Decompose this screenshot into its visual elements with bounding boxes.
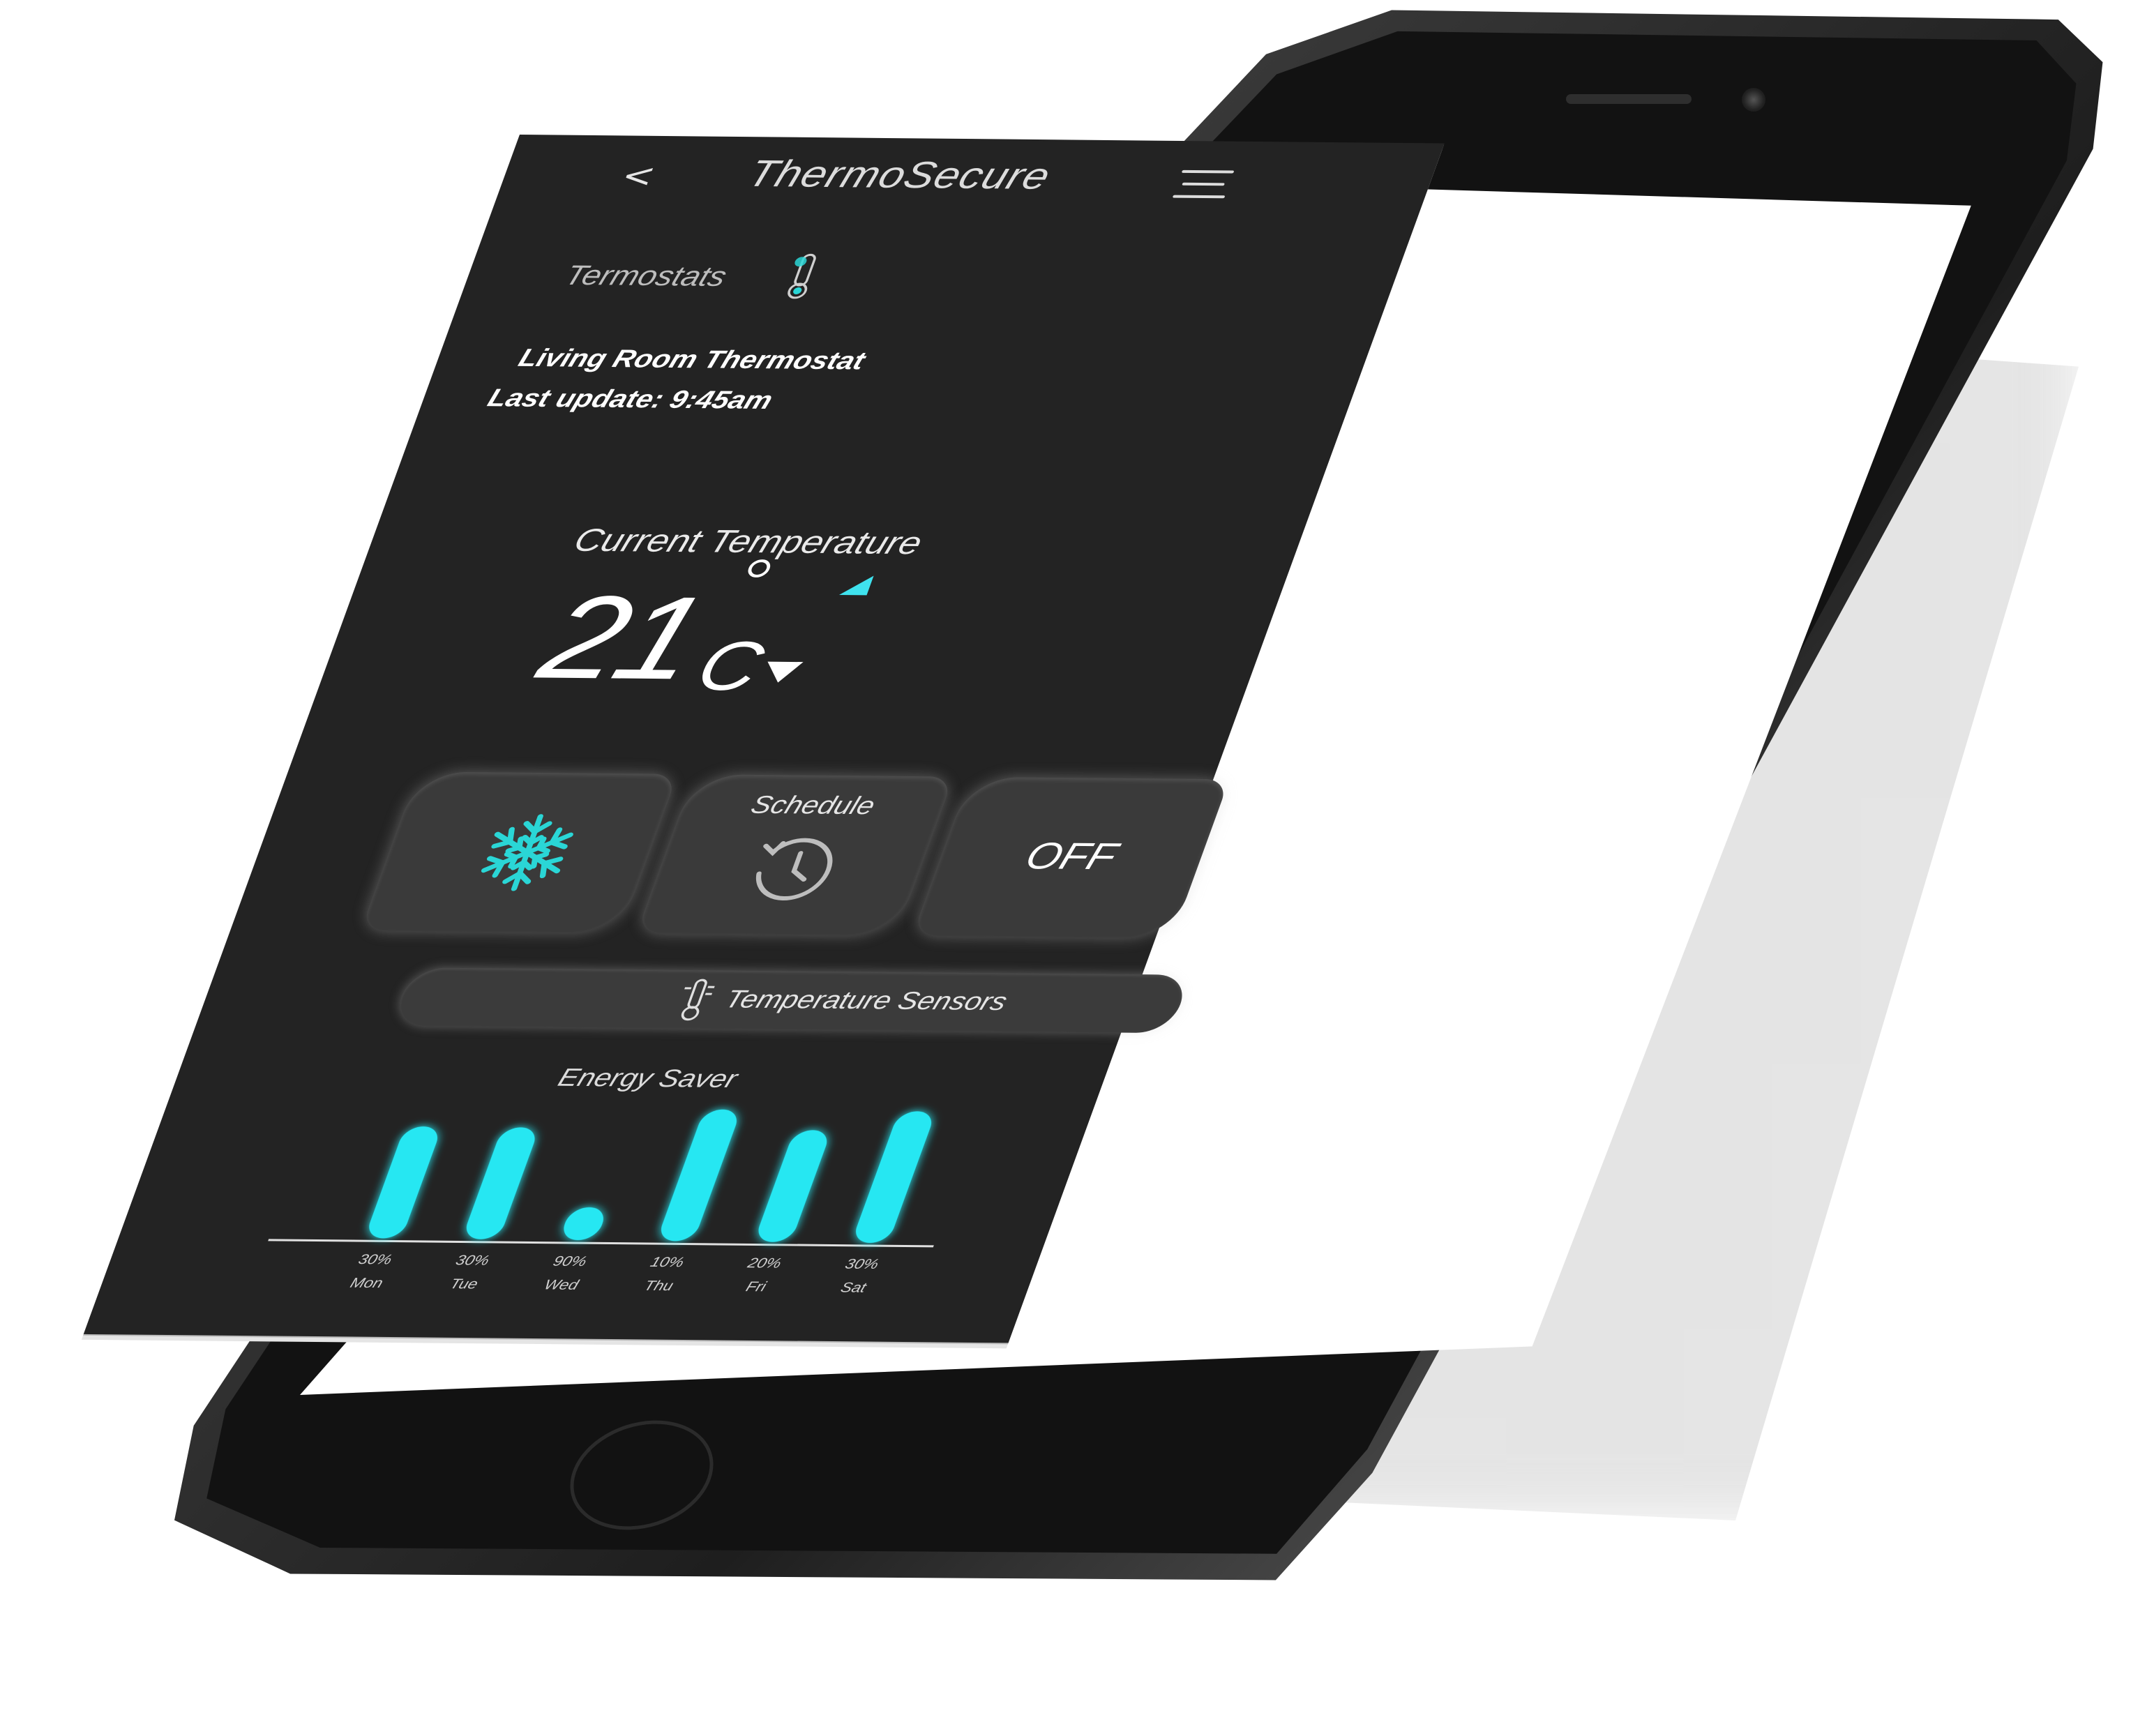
snowflake-icon xyxy=(463,814,591,894)
back-icon[interactable]: < xyxy=(616,156,661,194)
hamburger-menu-icon[interactable] xyxy=(1171,169,1235,201)
off-label: OFF xyxy=(1020,835,1123,878)
bar-day-label: Fri xyxy=(744,1279,769,1295)
bar-value-label: 20% xyxy=(745,1255,784,1271)
front-camera-icon xyxy=(1742,88,1765,112)
current-temperature-label: Current Temperature xyxy=(569,521,928,561)
bar-value-label: 30% xyxy=(843,1256,881,1272)
schedule-label: Schedule xyxy=(747,790,880,820)
earpiece-speaker xyxy=(1566,94,1692,104)
bar-day-label: Wed xyxy=(541,1277,581,1293)
cool-mode-button[interactable] xyxy=(360,771,678,934)
section-title: Termostats xyxy=(560,260,731,292)
temperature-down-arrow-icon[interactable] xyxy=(760,661,804,683)
degree-symbol xyxy=(745,559,774,578)
temperature-unit: C xyxy=(686,627,774,706)
temperature-up-arrow-icon[interactable] xyxy=(838,575,874,596)
device-name: Living Room Thermostat xyxy=(515,343,870,375)
bar-day-label: Thu xyxy=(642,1278,676,1295)
energy-bar-mon xyxy=(369,1126,437,1239)
chart-baseline xyxy=(268,1239,934,1248)
history-clock-icon xyxy=(755,838,833,900)
energy-bar-tue xyxy=(466,1127,535,1239)
energy-bar-thu xyxy=(661,1109,737,1241)
bar-day-label: Tue xyxy=(447,1276,481,1292)
bar-value-label: 90% xyxy=(550,1253,589,1270)
bar-value-label: 30% xyxy=(453,1253,492,1269)
bar-day-label: Mon xyxy=(347,1275,386,1292)
temperature-sensors-label: Temperature Sensors xyxy=(721,984,1011,1016)
thermometer-icon xyxy=(788,253,816,299)
app-title: ThermoSecure xyxy=(741,153,1057,197)
energy-bar-fri xyxy=(758,1130,827,1242)
last-update-text: Last update: 9:45am xyxy=(484,383,777,414)
energy-bar-wed xyxy=(564,1207,603,1241)
bar-value-label: 10% xyxy=(648,1255,686,1271)
temperature-value: 21 xyxy=(525,571,720,705)
bar-value-label: 30% xyxy=(356,1252,395,1268)
mockup-stage: < ThermoSecure Termostats Living Room Th… xyxy=(0,0,2154,1736)
energy-saver-title: Energy Saver xyxy=(554,1062,742,1093)
schedule-button[interactable]: Schedule xyxy=(636,774,954,936)
energy-saver-chart: 30% Mon 30% Tue 90% Wed 10% Thu 20% Fri 30% Sat xyxy=(206,1092,987,1327)
energy-bar-sat xyxy=(856,1111,932,1244)
temperature-sensors-button[interactable]: Temperature Sensors xyxy=(391,967,1191,1034)
thermometer-icon xyxy=(681,979,715,1021)
bar-day-label: Sat xyxy=(838,1280,868,1296)
